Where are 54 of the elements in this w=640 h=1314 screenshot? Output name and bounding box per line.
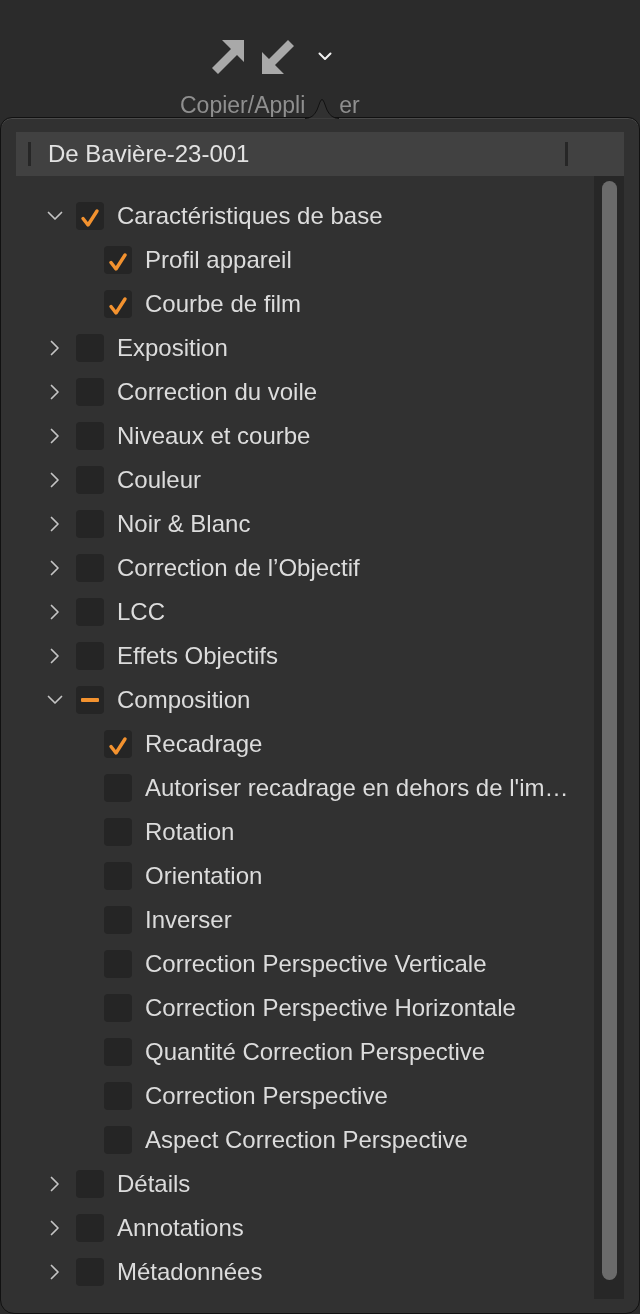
checkbox[interactable]: [104, 246, 132, 274]
toolbar-label: er: [339, 93, 360, 117]
tree-item-label: Profil appareil: [145, 246, 292, 274]
arrow-down-left-icon[interactable]: [260, 38, 296, 76]
tree-item-label: Correction Perspective Horizontale: [145, 994, 516, 1022]
dash-icon: [81, 698, 99, 702]
chevron-right-icon[interactable]: [50, 340, 60, 356]
chevron-right-icon[interactable]: [50, 1176, 60, 1192]
checkbox[interactable]: [104, 730, 132, 758]
checkmark-icon: [108, 296, 128, 316]
chevron-down-icon[interactable]: [47, 211, 63, 221]
header-title: De Bavière-23-001: [48, 140, 250, 168]
tree-item-label: Aspect Correction Perspective: [145, 1126, 468, 1154]
chevron-right-icon[interactable]: [50, 604, 60, 620]
tree-item-label: Recadrage: [145, 730, 263, 758]
chevron-down-icon[interactable]: [47, 695, 63, 705]
tree-item-label: Inverser: [145, 906, 232, 934]
tree-item-label: Orientation: [145, 862, 263, 890]
arrow-up-right-icon[interactable]: [210, 38, 246, 76]
tree-item-label: Correction de l’Objectif: [117, 554, 360, 582]
scrollbar-thumb[interactable]: [601, 181, 617, 1280]
tree-item-label: Effets Objectifs: [117, 642, 278, 670]
tree-item-label: Métadonnées: [117, 1258, 263, 1286]
chevron-right-icon[interactable]: [50, 384, 60, 400]
tree-item-label: Autoriser recadrage en dehors de l'im…: [145, 774, 569, 802]
checkmark-icon: [80, 208, 100, 228]
checkbox[interactable]: [76, 686, 104, 714]
checkbox[interactable]: [76, 202, 104, 230]
tree-item-label: Quantité Correction Perspective: [145, 1038, 486, 1066]
tree-item-label: Composition: [117, 686, 251, 714]
tree-item-label: Niveaux et courbe: [117, 422, 311, 450]
checkbox[interactable]: [104, 290, 132, 318]
chevron-right-icon[interactable]: [50, 648, 60, 664]
tree-item-label: Courbe de film: [145, 290, 302, 318]
tree-item-label: Couleur: [117, 466, 202, 494]
tree-item-label: Détails: [117, 1170, 191, 1198]
tree-item-label: Rotation: [145, 818, 235, 846]
chevron-right-icon[interactable]: [50, 1264, 60, 1280]
tree-item-label: Correction Perspective Verticale: [145, 950, 487, 978]
checkmark-icon: [108, 736, 128, 756]
tree-item-label: Correction du voile: [117, 378, 318, 406]
tree-item-label: Annotations: [117, 1214, 244, 1242]
chevron-right-icon[interactable]: [50, 428, 60, 444]
tree-item-label: Correction Perspective: [145, 1082, 388, 1110]
chevron-right-icon[interactable]: [50, 516, 60, 532]
chevron-right-icon[interactable]: [50, 560, 60, 576]
tree-item-label: Noir & Blanc: [117, 510, 251, 538]
toolbar-label: Copier/Appli: [180, 93, 306, 117]
tree-item-label: Exposition: [117, 334, 228, 362]
chevron-right-icon[interactable]: [50, 472, 60, 488]
checkmark-icon: [108, 252, 128, 272]
tree-item-label: LCC: [117, 598, 165, 626]
chevron-right-icon[interactable]: [50, 1220, 60, 1236]
tree-item-label: Caractéristiques de base: [117, 202, 383, 230]
